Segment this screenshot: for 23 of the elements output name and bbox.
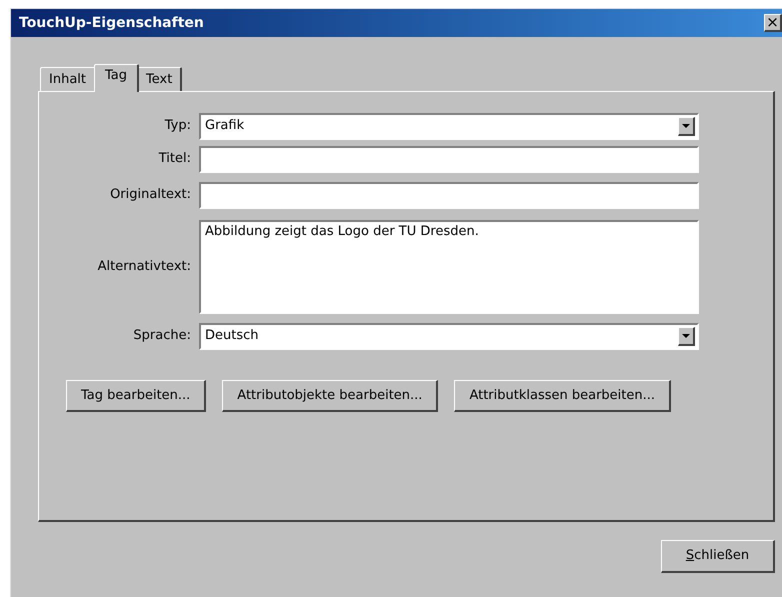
action-button[interactable]: Attributklassen bearbeiten... [454,380,672,412]
field-label: Titel: [158,150,192,168]
close-dialog-button[interactable]: Schließen [661,540,775,573]
close-button[interactable]: × [764,14,782,32]
action-button[interactable]: Attributobjekte bearbeiten... [222,380,438,412]
field-label: Sprache: [132,327,192,346]
action-button[interactable]: Tag bearbeiten... [66,380,206,412]
down-arrow-icon [682,124,690,128]
dropdown-field[interactable]: Deutsch [199,322,699,350]
down-arrow-icon [682,334,690,338]
text-field[interactable] [199,182,699,208]
text-field[interactable] [199,146,699,172]
dropdown-field[interactable]: Grafik [199,112,699,140]
dropdown-arrow-button[interactable] [678,116,695,136]
tab[interactable]: Inhalt [40,67,96,91]
tab[interactable]: Text [137,67,182,91]
text-area[interactable]: Abbildung zeigt das Logo der TU Dresden. [199,220,699,314]
field-label: Originaltext: [109,186,192,204]
window-title: TouchUp-Eigenschaften [19,14,204,32]
field-label: Alternativtext: [96,258,192,276]
field-label: Typ: [164,117,192,136]
tab[interactable]: Tag [94,64,140,92]
dropdown-arrow-button[interactable] [678,326,695,346]
